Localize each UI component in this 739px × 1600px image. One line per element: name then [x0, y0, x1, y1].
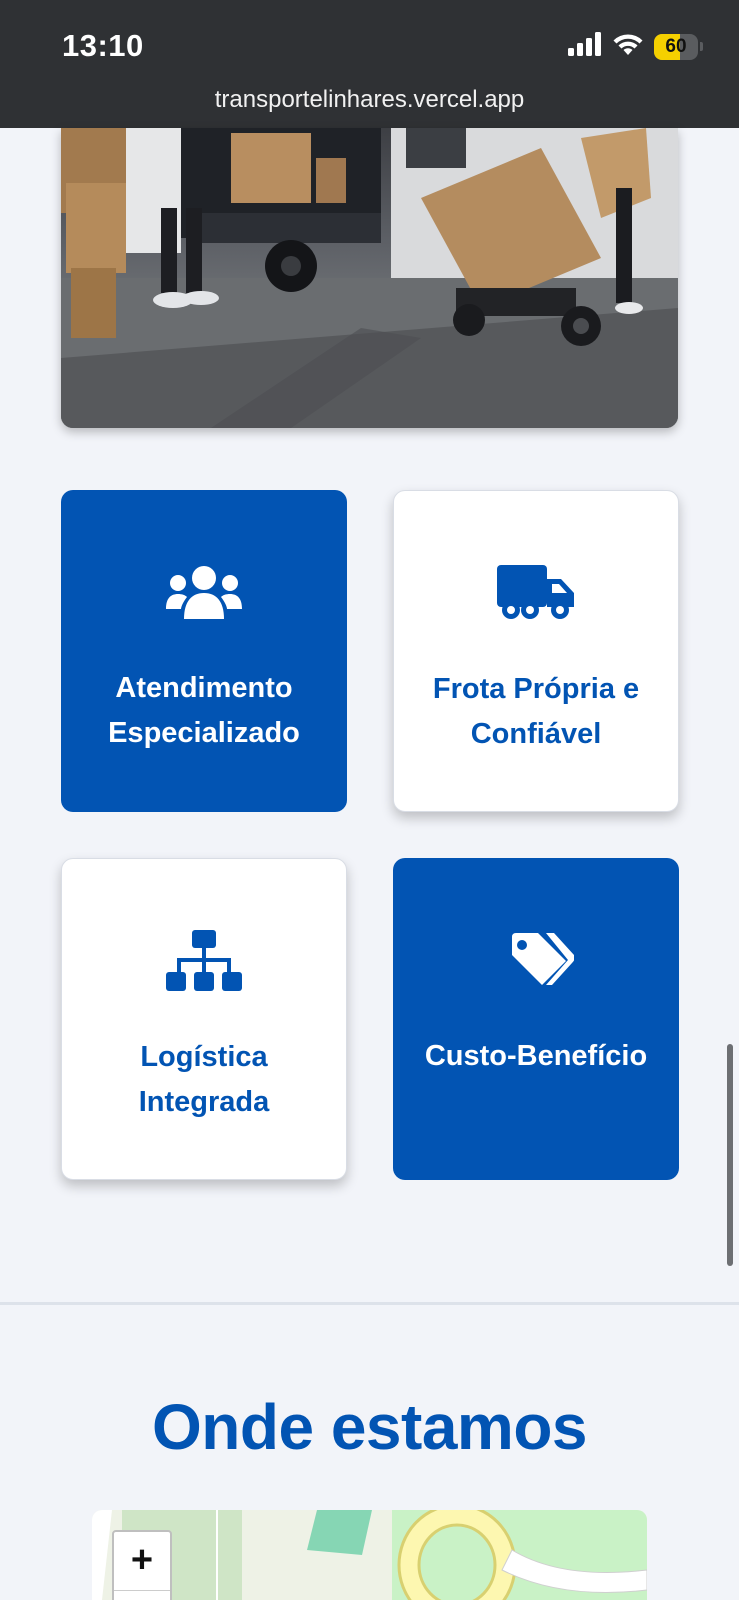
feature-card-atendimento: Atendimento Especializado	[61, 490, 347, 812]
status-time: 13:10	[62, 28, 144, 63]
users-icon	[166, 562, 242, 622]
feature-label: Custo-Benefício	[424, 1040, 648, 1072]
location-map[interactable]: +	[92, 1510, 647, 1600]
feature-label: Frota Própria e Confiável	[432, 673, 640, 750]
map-zoom-control: +	[112, 1530, 172, 1600]
hero-image	[61, 128, 678, 428]
status-icons: 60	[568, 32, 703, 61]
browser-top-bar: 13:10 60 transportelinhares.vercel.app	[0, 0, 739, 128]
page-scrollbar[interactable]	[727, 1044, 733, 1266]
section-divider	[0, 1302, 739, 1305]
feature-label: Logística Integrada	[138, 1041, 270, 1118]
sitemap-icon	[166, 930, 242, 991]
wifi-icon	[612, 32, 644, 61]
battery-icon: 60	[654, 33, 703, 60]
section-title-location: Onde estamos	[151, 1391, 588, 1463]
feature-card-logistica: Logística Integrada	[61, 858, 347, 1180]
zoom-in-button[interactable]: +	[114, 1532, 170, 1588]
battery-level: 60	[665, 35, 687, 57]
feature-label: Atendimento Especializado	[108, 672, 300, 749]
feature-card-frota: Frota Própria e Confiável	[393, 490, 679, 812]
truck-icon	[497, 563, 575, 623]
feature-card-custo: Custo-Benefício	[393, 858, 679, 1180]
address-bar[interactable]: transportelinhares.vercel.app	[0, 86, 739, 114]
signal-icon	[568, 32, 602, 61]
tags-icon	[498, 930, 574, 990]
